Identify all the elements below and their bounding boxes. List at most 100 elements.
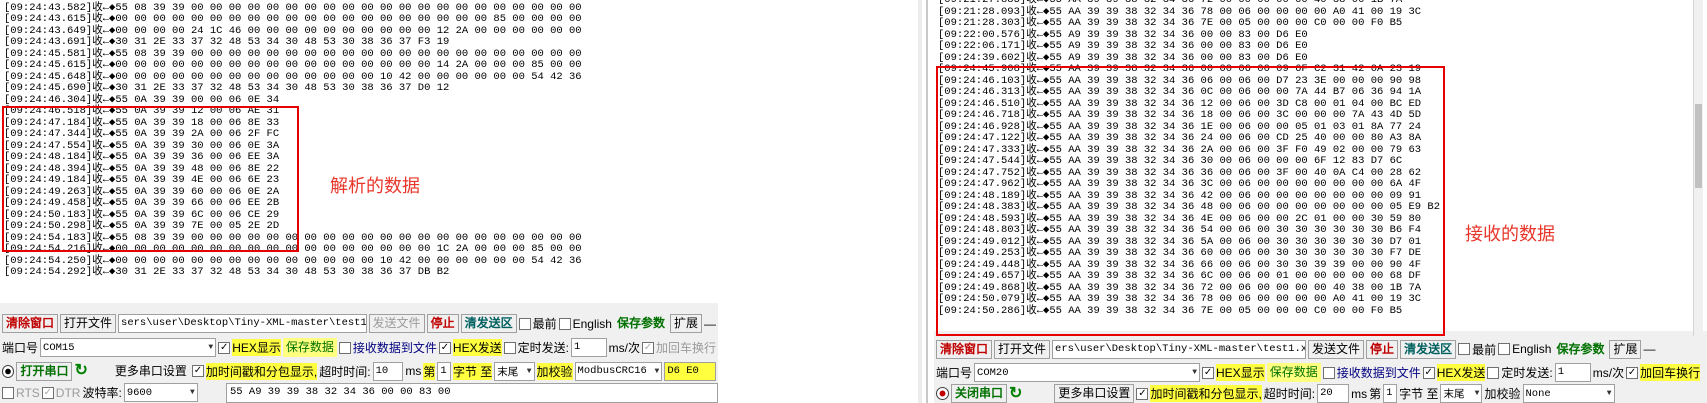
left-interval-input[interactable]: 1 bbox=[570, 338, 607, 357]
left-hex-display-checkbox[interactable]: ✓ HEX显示 bbox=[218, 339, 281, 356]
right-log-line: [09:24:47.122]收←◆55 AA 39 39 38 32 34 36… bbox=[938, 132, 1422, 144]
right-timestamp-checkbox[interactable]: ✓ 加时间戳和分包显示, bbox=[1136, 385, 1262, 402]
left-checksum-value: ModbusCRC16 bbox=[577, 365, 647, 377]
left-baud-dropdown-icon: ▼ bbox=[190, 388, 195, 397]
left-timed-send-checkbox[interactable]: 定时发送: bbox=[503, 339, 569, 356]
right-english-box-icon bbox=[1498, 343, 1511, 355]
right-clear-send-button[interactable]: 清发送区 bbox=[1400, 339, 1457, 359]
right-end-dropdown-icon: ▼ bbox=[1474, 389, 1480, 398]
right-settings-row-2: 关闭串口 ↻ 更多串口设置 ✓ 加时间戳和分包显示, 超时时间: 20 ms 第 … bbox=[934, 384, 1707, 403]
left-port-value: COM15 bbox=[43, 341, 75, 354]
left-log-line: [09:24:50.298]收←◆55 0A 39 39 7E 00 05 2E… bbox=[4, 220, 280, 232]
right-refresh-icon[interactable]: ↻ bbox=[1009, 385, 1022, 402]
right-expand-button[interactable]: 扩展 bbox=[1609, 339, 1642, 359]
right-english-checkbox[interactable]: English bbox=[1498, 342, 1551, 356]
left-timed-send-box-icon bbox=[503, 341, 516, 354]
left-hex-display-label: HEX显示 bbox=[232, 339, 281, 356]
left-log-line: [09:24:45.615]收←◆00 00 00 00 00 00 00 00… bbox=[4, 59, 582, 71]
right-nth-input[interactable]: 1 bbox=[1383, 384, 1398, 403]
left-refresh-icon[interactable]: ↻ bbox=[74, 363, 87, 379]
left-add-newline-check-icon: ✓ bbox=[641, 341, 654, 354]
right-port-select[interactable]: COM20 ▼ bbox=[974, 363, 1201, 382]
left-save-data-button[interactable]: 保存数据 bbox=[282, 338, 337, 357]
right-end-value: 末尾 bbox=[1443, 389, 1465, 401]
left-timestamp-checkbox[interactable]: ✓ 加时间戳和分包显示, bbox=[191, 362, 318, 380]
right-log-line: [09:24:47.544]收←◆55 AA 39 39 38 32 34 36… bbox=[938, 155, 1403, 167]
left-log-line: [09:24:43.691]收←◆30 31 2E 33 37 32 48 53… bbox=[4, 36, 450, 48]
right-collapse-button[interactable]: — bbox=[1643, 342, 1655, 356]
left-log-line: [09:24:49.458]收←◆55 0A 39 39 66 00 06 EE… bbox=[4, 197, 280, 209]
left-english-box-icon bbox=[558, 317, 571, 330]
right-hex-display-label: HEX显示 bbox=[1216, 364, 1265, 381]
left-collapse-button[interactable]: — bbox=[704, 317, 716, 331]
right-log-line: [09:24:50.079]收←◆55 AA 39 39 38 32 34 36… bbox=[938, 293, 1422, 305]
left-expand-button[interactable]: 扩展 bbox=[669, 314, 702, 333]
left-port-status-icon bbox=[2, 364, 15, 378]
right-timed-send-box-icon bbox=[1487, 366, 1500, 379]
right-topmost-box-icon bbox=[1458, 343, 1471, 355]
right-interval-input[interactable]: 1 bbox=[1554, 363, 1591, 382]
left-checksum-select[interactable]: ModbusCRC16 ▼ bbox=[574, 361, 663, 381]
left-end-select[interactable]: 末尾 ▼ bbox=[494, 361, 535, 381]
right-log-scroll-thumb[interactable] bbox=[1695, 104, 1702, 188]
right-receive-log[interactable]: [09:21:27.885]收←◆55 AA 39 39 38 32 34 36… bbox=[934, 0, 1707, 331]
left-timeout-input[interactable]: 10 bbox=[372, 361, 404, 381]
right-port-label: 端口号 bbox=[936, 366, 973, 380]
right-end-select[interactable]: 末尾 ▼ bbox=[1440, 384, 1483, 403]
left-nth-label: 第 bbox=[423, 362, 436, 380]
right-add-newline-checkbox[interactable]: ✓ 加回车换行 bbox=[1626, 364, 1701, 381]
right-save-data-button[interactable]: 保存数据 bbox=[1266, 363, 1321, 382]
left-baud-select[interactable]: 9600 ▼ bbox=[123, 383, 198, 402]
right-topmost-label: 最前 bbox=[1472, 342, 1497, 357]
right-open-file-button[interactable]: 打开文件 bbox=[994, 339, 1051, 359]
left-baud-value: 9600 bbox=[126, 386, 153, 399]
left-open-file-button[interactable]: 打开文件 bbox=[60, 314, 117, 333]
right-log-line: [09:24:50.286]收←◆55 AA 39 39 38 32 34 36… bbox=[938, 304, 1403, 317]
right-more-settings-button[interactable]: 更多串口设置 bbox=[1054, 384, 1135, 403]
left-byte-to-label: 字节 至 bbox=[452, 362, 493, 380]
left-stop-button[interactable]: 停止 bbox=[426, 314, 459, 333]
left-add-newline-checkbox[interactable]: ✓ 加回车换行 bbox=[641, 339, 716, 356]
left-more-settings-button[interactable]: 更多串口设置 bbox=[111, 361, 190, 381]
left-receive-log[interactable]: [09:24:41.691]收←◆30 31 2E 33 37 32 48 53… bbox=[0, 0, 718, 303]
left-checksum-label: 加校验 bbox=[536, 362, 573, 380]
window-splitter[interactable] bbox=[926, 0, 928, 403]
right-close-port-button[interactable]: 关闭串口 bbox=[951, 384, 1008, 403]
left-settings-row-2: 打开串口 ↻ 更多串口设置 ✓ 加时间戳和分包显示, 超时时间: 10 ms 第 … bbox=[0, 359, 718, 383]
right-stop-button[interactable]: 停止 bbox=[1366, 339, 1399, 359]
left-english-checkbox[interactable]: English bbox=[558, 317, 612, 331]
right-save-params-button[interactable]: 保存参数 bbox=[1553, 340, 1607, 359]
left-clear-send-button[interactable]: 清发送区 bbox=[460, 314, 517, 333]
left-rts-checkbox[interactable]: RTS bbox=[2, 386, 40, 400]
right-timed-send-checkbox[interactable]: 定时发送: bbox=[1487, 364, 1553, 381]
right-hex-display-checkbox[interactable]: ✓ HEX显示 bbox=[1202, 364, 1265, 381]
left-end-value: 末尾 bbox=[497, 366, 519, 379]
right-log-scrollbar[interactable] bbox=[1693, 0, 1703, 336]
left-hex-send-check-icon: ✓ bbox=[438, 341, 451, 354]
right-topmost-checkbox[interactable]: 最前 bbox=[1458, 341, 1496, 358]
right-checksum-select[interactable]: None ▼ bbox=[1522, 384, 1615, 403]
left-timed-send-label: 定时发送: bbox=[517, 341, 569, 355]
left-send-file-button[interactable]: 发送文件 bbox=[368, 314, 425, 333]
left-send-input[interactable]: 55 A9 39 39 38 32 34 36 00 00 83 00 bbox=[226, 383, 718, 403]
right-recv-to-file-checkbox[interactable]: 接收数据到文件 bbox=[1322, 364, 1421, 381]
right-hex-send-checkbox[interactable]: ✓ HEX发送 bbox=[1422, 364, 1486, 381]
left-nth-input[interactable]: 1 bbox=[437, 361, 451, 381]
right-timeout-input[interactable]: 20 bbox=[1317, 384, 1350, 403]
left-save-params-button[interactable]: 保存参数 bbox=[614, 314, 668, 333]
left-log-line: [09:24:43.615]收←◆00 00 00 00 00 00 00 00… bbox=[4, 13, 582, 25]
right-toolbar: 清除窗口 打开文件 ers\user\Desktop\Tiny-XML-mast… bbox=[934, 337, 1707, 361]
left-recv-to-file-checkbox[interactable]: 接收数据到文件 bbox=[338, 339, 437, 356]
right-send-file-button[interactable]: 发送文件 bbox=[1308, 339, 1365, 359]
left-port-select[interactable]: COM15 ▼ bbox=[40, 338, 217, 357]
left-file-path-input[interactable]: sers\user\Desktop\Tiny-XML-master\test1.… bbox=[118, 314, 367, 333]
left-dtr-checkbox[interactable]: ✓ DTR bbox=[41, 386, 80, 400]
left-hex-send-checkbox[interactable]: ✓ HEX发送 bbox=[438, 339, 502, 356]
left-add-newline-label: 加回车换行 bbox=[655, 341, 716, 355]
left-open-port-button[interactable]: 打开串口 bbox=[16, 361, 73, 381]
right-file-path-input[interactable]: ers\user\Desktop\Tiny-XML-master\test1.x… bbox=[1052, 339, 1307, 359]
left-clear-window-button[interactable]: 清除窗口 bbox=[2, 314, 59, 333]
left-topmost-checkbox[interactable]: 最前 bbox=[518, 315, 557, 332]
right-clear-window-button[interactable]: 清除窗口 bbox=[936, 339, 993, 359]
right-checksum-label: 加校验 bbox=[1484, 387, 1521, 401]
